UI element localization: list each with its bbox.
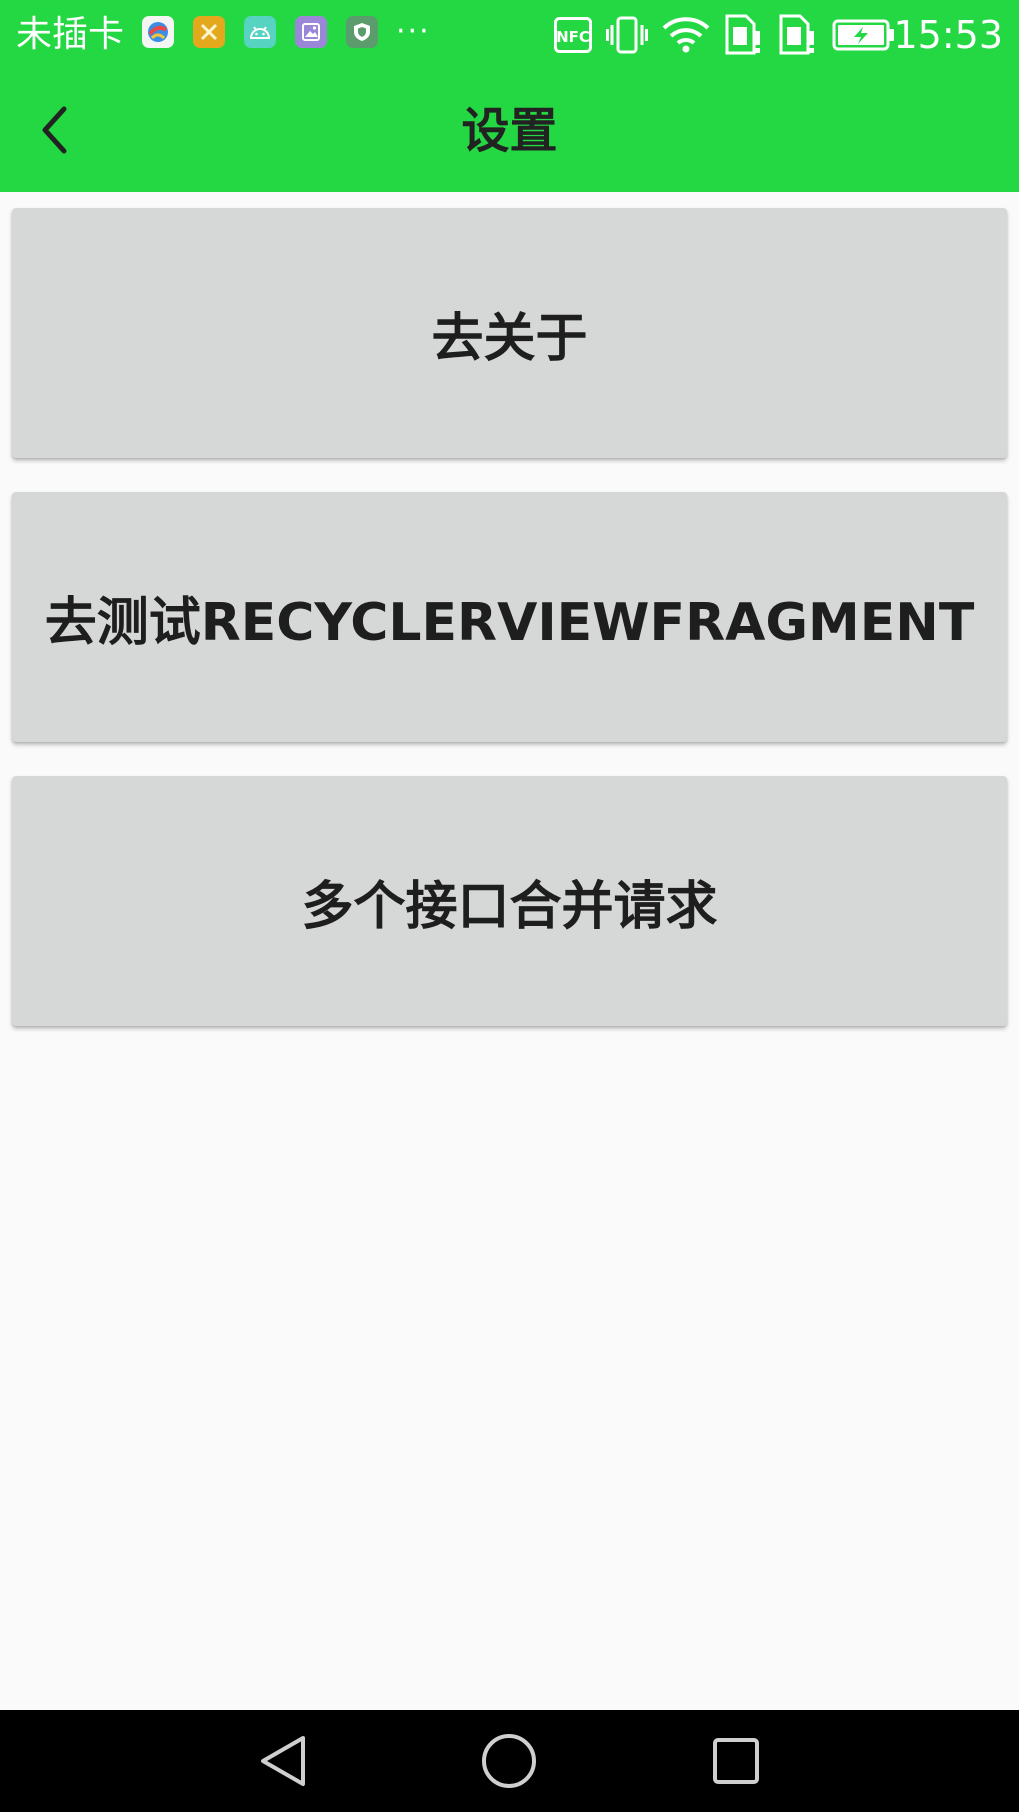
wifi-icon xyxy=(662,17,710,53)
chevron-left-icon xyxy=(42,106,67,154)
merge-requests-button[interactable]: 多个接口合并请求 xyxy=(12,776,1007,1026)
back-triangle-icon xyxy=(261,1736,305,1786)
navigation-bar xyxy=(0,1710,1019,1812)
app-bar: 设置 xyxy=(0,70,1019,192)
home-circle-icon xyxy=(482,1734,536,1788)
app-notification-icon-1 xyxy=(142,16,174,48)
carrier-text: 未插卡 xyxy=(16,14,125,55)
shield-notification-icon xyxy=(346,16,378,48)
nfc-label: NFC xyxy=(556,28,590,46)
system-icons: NFC xyxy=(554,12,896,58)
nav-back-button[interactable] xyxy=(253,1731,313,1791)
app-notification-icon-2 xyxy=(193,16,225,48)
settings-list: 去关于 去测试RECYCLERVIEWFRAGMENT 多个接口合并请求 xyxy=(12,208,1007,1060)
clock-text: 15:53 xyxy=(893,13,1003,57)
nfc-icon: NFC xyxy=(554,17,592,53)
back-button[interactable] xyxy=(24,100,84,160)
sim1-icon xyxy=(725,14,760,55)
android-notification-icon xyxy=(244,16,276,48)
test-recyclerview-fragment-button[interactable]: 去测试RECYCLERVIEWFRAGMENT xyxy=(12,492,1007,742)
sim2-icon xyxy=(779,14,814,55)
recents-square-icon xyxy=(713,1738,759,1784)
vibrate-icon xyxy=(606,16,648,54)
go-about-button[interactable]: 去关于 xyxy=(12,208,1007,458)
gallery-notification-icon xyxy=(295,16,327,48)
notification-icons xyxy=(142,16,378,48)
battery-charging-icon xyxy=(832,19,894,51)
page-title: 设置 xyxy=(461,103,558,159)
more-notifications-icon: ··· xyxy=(396,14,431,49)
nav-recents-button[interactable] xyxy=(706,1731,766,1791)
nav-home-button[interactable] xyxy=(479,1731,539,1791)
status-bar: 未插卡 ··· NFC 15:53 xyxy=(0,0,1019,70)
